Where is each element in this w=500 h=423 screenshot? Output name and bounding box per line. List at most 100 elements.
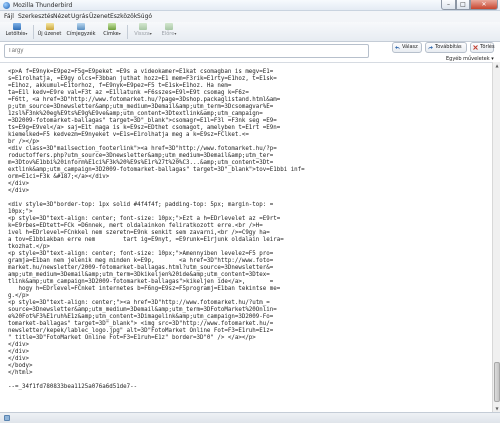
source-line: <p style=3D"text-align: center; font-siz…: [8, 216, 281, 222]
thunderbird-icon: [3, 2, 10, 9]
source-line: orm=E1ci=F3k &#187;</a></div>: [8, 174, 110, 180]
source-line: s=E1rolhatja, =E9gy olcs=F3bban juthat h…: [8, 76, 277, 82]
source-line: extlink&amp;utm_campaign=3D2009-fotomark…: [8, 167, 305, 173]
source-line: k=E9rbes=EDtett=FCk =D6nnek, mert oldala…: [8, 223, 263, 229]
search-input[interactable]: [4, 44, 369, 58]
close-icon: ✕: [481, 1, 487, 8]
source-line: ivel h=EDrlevel=FCnkkel nem szeretn=E9nk…: [8, 230, 270, 236]
source-line: g.</p>: [8, 293, 29, 299]
write-label: Új üzenet: [37, 31, 62, 37]
reply-label: Válasz: [402, 44, 418, 50]
address-book-button[interactable]: Címjegyzék: [66, 23, 96, 41]
source-line: =E1hoz, akkumul=E1torhoz, f=E9nyk=E9pez=…: [8, 83, 232, 89]
back-icon: [139, 23, 147, 30]
reply-button[interactable]: Válasz: [392, 42, 422, 53]
source-line: tkozhat.</p>: [8, 244, 50, 250]
maximize-icon: □: [460, 1, 466, 8]
source-line: source=3Dnewsletter&amp;utm_medium=3Dema…: [8, 307, 277, 313]
source-line: </div>: [8, 349, 29, 355]
source-line: newsletter/kepek/lablec_logo.jpg" alt=3D…: [8, 328, 274, 334]
main-toolbar: Letöltés▾ Új üzenet Címjegyzék Címke▾ Vi…: [0, 22, 500, 42]
status-bar: [0, 412, 500, 423]
scroll-down-arrow-icon[interactable]: ▼: [494, 405, 500, 412]
source-line: </html>: [8, 370, 33, 376]
maximize-button[interactable]: □: [456, 0, 470, 10]
menu-view[interactable]: Nézet: [53, 13, 70, 20]
source-line: 10px;">: [8, 209, 33, 215]
source-line: kiemelked=F5 kedvezm=E9nyeket v=E1s=E1ro…: [8, 132, 249, 138]
source-line: amp;utm_medium=3Demail&amp;utm_term=3Dki…: [8, 272, 270, 278]
source-line: roductoffers.php?utm_source=3Dnewsletter…: [8, 153, 274, 159]
source-line: </body>: [8, 363, 33, 369]
reply-icon: [395, 46, 400, 50]
source-line: br /></p>: [8, 139, 40, 145]
source-line: hogy h=EDrlevel=FCnket internetes b=F6ng…: [8, 286, 281, 292]
chevron-down-icon[interactable]: ▾: [25, 31, 27, 36]
window-title: Mozilla Thunderbird: [13, 2, 73, 9]
tag-label: Címke: [103, 31, 119, 37]
forward-nav-button[interactable]: Előre▾: [158, 23, 180, 41]
source-line: p;utm_source=3Dnewsletter&amp;utm_medium…: [8, 104, 274, 110]
source-line: gramja=E1ban nem jelenik meg minden k=E9…: [8, 258, 274, 264]
menu-file[interactable]: Fájl: [4, 13, 14, 20]
tag-button[interactable]: Címke▾: [100, 23, 124, 41]
source-line: </div>: [8, 181, 29, 187]
scroll-thumb[interactable]: [494, 362, 500, 402]
toolbar-separator: [33, 25, 34, 39]
source-line: </div>: [8, 188, 29, 194]
source-line: <p style=3D"text-align: center;"><a href…: [8, 300, 270, 306]
forward-nav-label: Előre: [161, 31, 175, 37]
source-line: </div>: [8, 342, 29, 348]
menu-go[interactable]: Ugrás: [71, 13, 88, 20]
menu-message[interactable]: Üzenet: [89, 13, 110, 20]
get-mail-label: Letöltés: [5, 31, 26, 37]
forward-button[interactable]: Továbbítás: [425, 42, 467, 53]
menu-help[interactable]: Súgó: [137, 13, 152, 20]
source-line: <p style=3D"text-align: center; font-siz…: [8, 251, 274, 257]
forward-label: Továbbítás: [435, 44, 462, 50]
chevron-down-icon[interactable]: ▾: [119, 31, 121, 36]
menu-tools[interactable]: Eszközök: [110, 13, 137, 20]
write-icon: [45, 23, 54, 30]
write-button[interactable]: Új üzenet: [37, 23, 62, 41]
delete-label: Törlés: [480, 44, 495, 50]
source-line: tlink&amp;utm_campaign=3D2009-fotomarket…: [8, 279, 274, 285]
source-line: =F6tt, <a href=3D"http://www.fotomarket.…: [8, 97, 281, 103]
menu-bar: Fájl Szerkesztés Nézet Ugrás Üzenet Eszk…: [0, 11, 500, 22]
title-bar: Mozilla Thunderbird – □ ✕: [0, 0, 500, 11]
back-label: Vissza: [134, 31, 150, 37]
source-line: ts=E9g=E9vel</a> saj=E1t maga is k=E9sz=…: [8, 125, 281, 131]
source-line: =3D2009-fotomarket-ballagas" target=3D"_…: [8, 118, 277, 124]
minimize-button[interactable]: –: [441, 0, 456, 10]
source-line: a tov=E1bbiakban erre nem tart ig=E9nyt,…: [8, 237, 284, 243]
source-line: 1zsl%F3nk%20eg%E9ts%E9g%E9ve&amp;utm_con…: [8, 111, 263, 117]
scroll-up-arrow-icon[interactable]: ▲: [494, 62, 500, 69]
minimize-icon: –: [447, 1, 450, 8]
delete-button[interactable]: Törlés: [470, 42, 495, 53]
chevron-down-icon[interactable]: ▾: [150, 31, 152, 36]
menu-edit[interactable]: Szerkesztés: [18, 13, 54, 20]
chevron-down-icon[interactable]: ▾: [174, 31, 176, 36]
source-line: --=_34f1fd780833bea1125a076a6d51de7--: [8, 384, 138, 390]
delete-icon: [473, 45, 478, 50]
source-line: <div class=3D"mailsection_footerlink"><a…: [8, 146, 277, 152]
forward-icon: [165, 23, 173, 30]
source-line: ta=E1l kedv=E9re val=F3t az =E1llatunk =…: [8, 90, 249, 96]
close-button[interactable]: ✕: [470, 0, 498, 10]
vertical-scrollbar[interactable]: ▲ ▼: [492, 62, 500, 412]
message-source-pane: <p>A f=E9nyk=E9pez=F5g=E9peket =E9s a vi…: [0, 62, 492, 412]
source-line: <p>A f=E9nyk=E9pez=F5g=E9peket =E9s a vi…: [8, 69, 274, 75]
address-book-label: Címjegyzék: [66, 31, 96, 37]
get-mail-button[interactable]: Letöltés▾: [4, 23, 29, 41]
source-line: e%20Fot%F3%E1ruh%E1z&amp;utm_content=3Di…: [8, 314, 274, 320]
source-line: </div>: [8, 356, 29, 362]
back-button[interactable]: Vissza▾: [131, 23, 155, 41]
address-book-icon: [77, 23, 85, 30]
toolbar-separator: [127, 25, 128, 39]
online-status-icon[interactable]: [4, 415, 10, 421]
source-line: m=3Dtov%E1bbi%20inform%E1ci%F3k%20%E9s%E…: [8, 160, 274, 166]
source-line: tomarket-ballagas" target=3D"_blank"> <i…: [8, 321, 274, 327]
source-line: market.hu/newsletter/2009-fotomarket-bal…: [8, 265, 274, 271]
source-line: " title=3D"FotoMarket Online Fot=F3=E1ru…: [8, 335, 256, 341]
source-line: <div style=3D"border-top: 1px solid #4f4…: [8, 202, 274, 208]
